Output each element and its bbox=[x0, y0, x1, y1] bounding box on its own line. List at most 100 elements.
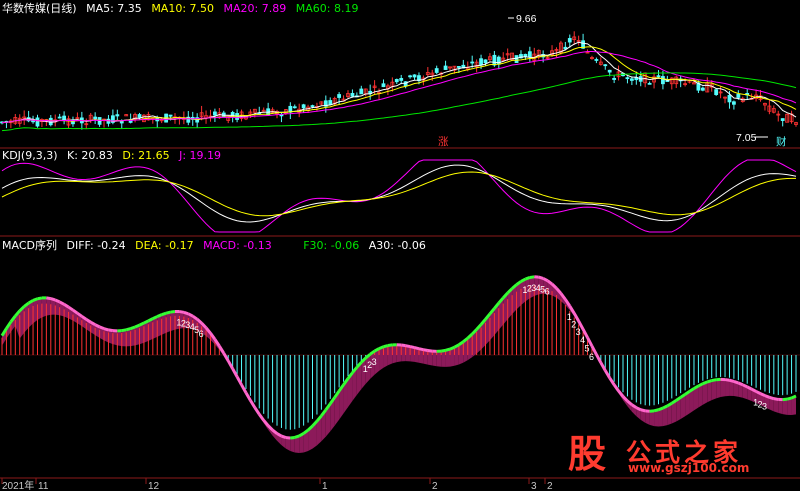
candle-body bbox=[310, 105, 315, 107]
candle-body bbox=[714, 89, 719, 96]
axis-label: 2021年 bbox=[2, 479, 34, 491]
low-price-label: 7.05 bbox=[736, 132, 757, 144]
diff-line-segment bbox=[103, 327, 109, 332]
diff-line-segment bbox=[143, 319, 150, 325]
macd-band-segment bbox=[396, 344, 402, 363]
finance-marker: 财 bbox=[776, 135, 787, 148]
diff-line-segment bbox=[449, 345, 456, 351]
candle-body bbox=[279, 114, 284, 117]
diff-readout: DIFF: -0.24 bbox=[66, 239, 126, 252]
candle-body bbox=[661, 76, 665, 85]
diff-line-segment bbox=[46, 296, 52, 301]
diff-line-segment bbox=[99, 325, 105, 331]
diff-line-segment bbox=[290, 435, 295, 440]
diff-line-segment bbox=[524, 276, 531, 281]
kdj-panel[interactable] bbox=[1, 159, 797, 233]
candle-body bbox=[337, 94, 342, 98]
diff-line-segment bbox=[183, 310, 189, 316]
j-line bbox=[1, 159, 797, 233]
candle-body bbox=[607, 69, 612, 73]
diff-line-segment bbox=[427, 349, 433, 353]
candle-body bbox=[527, 51, 532, 58]
candle-body bbox=[394, 79, 399, 83]
candle-body bbox=[479, 58, 483, 66]
candle-body bbox=[115, 114, 120, 117]
diff-line-segment bbox=[773, 397, 779, 401]
candle-body bbox=[603, 64, 608, 67]
diff-line-segment bbox=[179, 310, 185, 314]
diff-line-segment bbox=[165, 310, 171, 315]
candle-body bbox=[594, 59, 599, 61]
macd-band-segment bbox=[121, 329, 127, 347]
macd-band-segment bbox=[645, 410, 650, 425]
f30-readout: F30: -0.06 bbox=[303, 239, 360, 252]
macd-panel[interactable]: 1 2 3 4 5 61 2 31 2 3 4 5 61234561 2 3 bbox=[0, 275, 797, 454]
axis-label: 11 bbox=[38, 481, 49, 491]
ma60-readout: MA60: 8.19 bbox=[295, 2, 359, 15]
price-panel[interactable] bbox=[0, 31, 798, 132]
diff-line-segment bbox=[595, 353, 603, 364]
candle-body bbox=[328, 100, 333, 106]
diff-line-segment bbox=[161, 311, 167, 317]
macd-band-segment bbox=[427, 350, 433, 366]
candle-body bbox=[456, 66, 461, 68]
d-readout: D: 21.65 bbox=[122, 149, 170, 162]
candle-body bbox=[470, 61, 475, 64]
diff-line-segment bbox=[170, 310, 176, 314]
sequence-digit: 6 bbox=[589, 352, 594, 362]
diff-line-segment bbox=[218, 345, 226, 354]
macd-band-segment bbox=[782, 399, 788, 415]
candle-body bbox=[93, 116, 98, 120]
a30-readout: A30: -0.06 bbox=[368, 239, 426, 252]
macd-title[interactable]: MACD序列 bbox=[2, 239, 57, 252]
diff-line-segment bbox=[130, 325, 136, 331]
candle-body bbox=[359, 88, 364, 95]
diff-line-segment bbox=[244, 391, 252, 402]
ma20-line bbox=[1, 51, 797, 124]
diff-line-segment bbox=[640, 408, 646, 413]
diff-line-segment bbox=[724, 378, 730, 382]
macd-band-segment bbox=[170, 311, 175, 332]
diff-line-segment bbox=[603, 369, 611, 379]
diff-line-segment bbox=[262, 419, 270, 427]
kdj-panel-header: KDJ(9,3,3) K: 20.83 D: 21.65 J: 19.19 bbox=[2, 149, 227, 162]
diff-line-segment bbox=[156, 313, 163, 318]
macd-band-segment bbox=[126, 328, 131, 347]
diff-line-segment bbox=[240, 384, 248, 394]
diff-line-segment bbox=[764, 394, 770, 399]
candle-body bbox=[656, 75, 661, 78]
kdj-title[interactable]: KDJ(9,3,3) bbox=[2, 149, 58, 162]
diff-line-segment bbox=[750, 387, 757, 393]
candle-body bbox=[48, 117, 53, 126]
diff-line-segment bbox=[226, 360, 234, 370]
diff-line-segment bbox=[138, 321, 145, 327]
candle-body bbox=[625, 77, 630, 80]
stock-title[interactable]: 华数传媒(日线) bbox=[2, 2, 77, 15]
candle-body bbox=[434, 68, 439, 73]
diff-line-segment bbox=[134, 323, 141, 329]
diff-line-segment bbox=[383, 344, 389, 349]
diff-line-segment bbox=[121, 328, 127, 333]
diff-line-segment bbox=[440, 348, 446, 353]
diff-line-segment bbox=[37, 296, 43, 301]
diff-line-segment bbox=[405, 344, 411, 349]
sequence-digit: 6 bbox=[545, 287, 550, 297]
candle-body bbox=[57, 116, 62, 119]
candle-body bbox=[612, 78, 617, 80]
axis-label: 3 bbox=[531, 481, 537, 491]
macd-band-segment bbox=[649, 410, 655, 427]
diff-line-segment bbox=[32, 297, 39, 302]
macd-band-segment bbox=[436, 351, 442, 367]
ma10-readout: MA10: 7.50 bbox=[151, 2, 215, 15]
macd-band-segment bbox=[392, 344, 397, 364]
sequence-digit: 3 bbox=[762, 402, 767, 412]
candle-body bbox=[647, 82, 652, 85]
candle-body bbox=[350, 93, 355, 97]
candle-body bbox=[700, 87, 705, 91]
diff-line-segment bbox=[759, 392, 766, 397]
axis-label: 12 bbox=[148, 481, 160, 491]
candle-body bbox=[62, 115, 67, 121]
diff-line-segment bbox=[742, 383, 748, 389]
candle-body bbox=[399, 78, 404, 81]
diff-line-segment bbox=[617, 390, 625, 398]
